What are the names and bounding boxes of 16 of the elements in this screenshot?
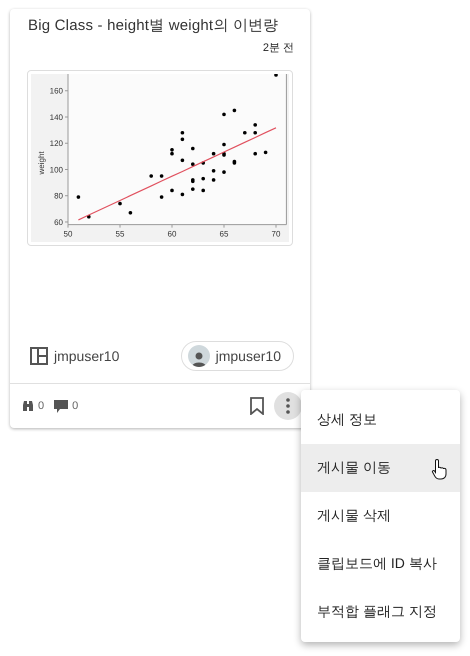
tick-label: 160: [50, 86, 63, 96]
comment-count: 0: [72, 400, 78, 412]
tick-label: 55: [116, 230, 124, 239]
timestamp: 2분 전: [262, 41, 294, 55]
tick-label: 50: [64, 230, 72, 239]
card-title: Big Class - height별 weight의 이변량: [28, 17, 280, 34]
tick-label: 80: [54, 192, 63, 201]
view-count: 0: [38, 400, 44, 412]
tick-label: 120: [50, 139, 63, 148]
axis-title: weight: [37, 151, 46, 174]
tick-label: 60: [54, 218, 63, 227]
tick-label: 70: [272, 230, 280, 239]
tick-label: 65: [220, 230, 228, 239]
tick-label: 140: [50, 113, 63, 122]
tick-label: 60: [168, 230, 176, 239]
tick-label: 100: [50, 165, 63, 174]
